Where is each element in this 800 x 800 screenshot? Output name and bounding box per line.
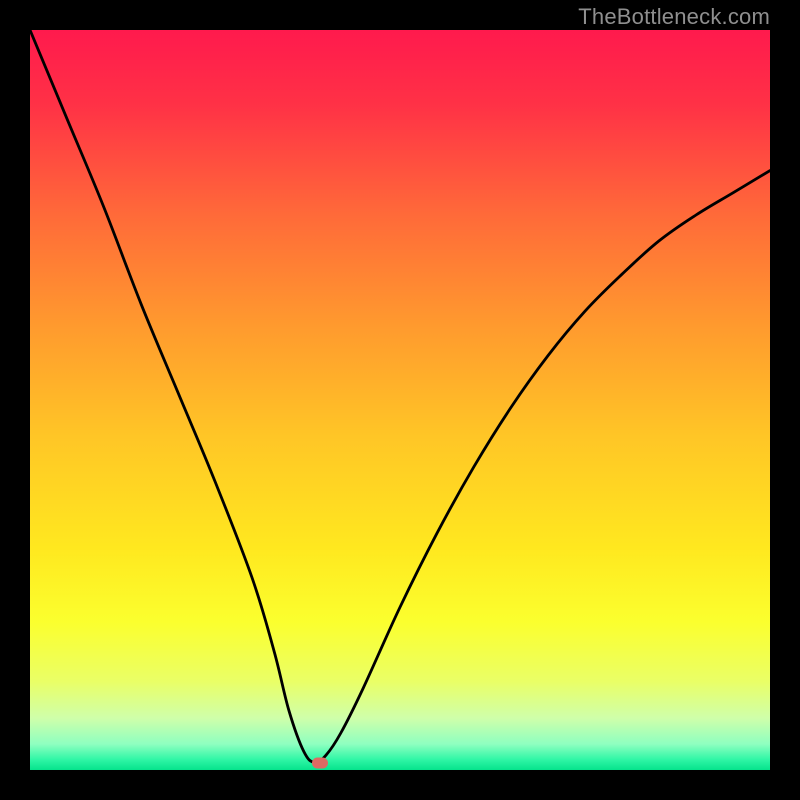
bottleneck-curve	[30, 30, 770, 763]
chart-container: TheBottleneck.com	[0, 0, 800, 800]
plot-area	[30, 30, 770, 770]
watermark-text: TheBottleneck.com	[578, 4, 770, 30]
optimal-point-marker	[312, 757, 328, 768]
curve-layer	[30, 30, 770, 770]
